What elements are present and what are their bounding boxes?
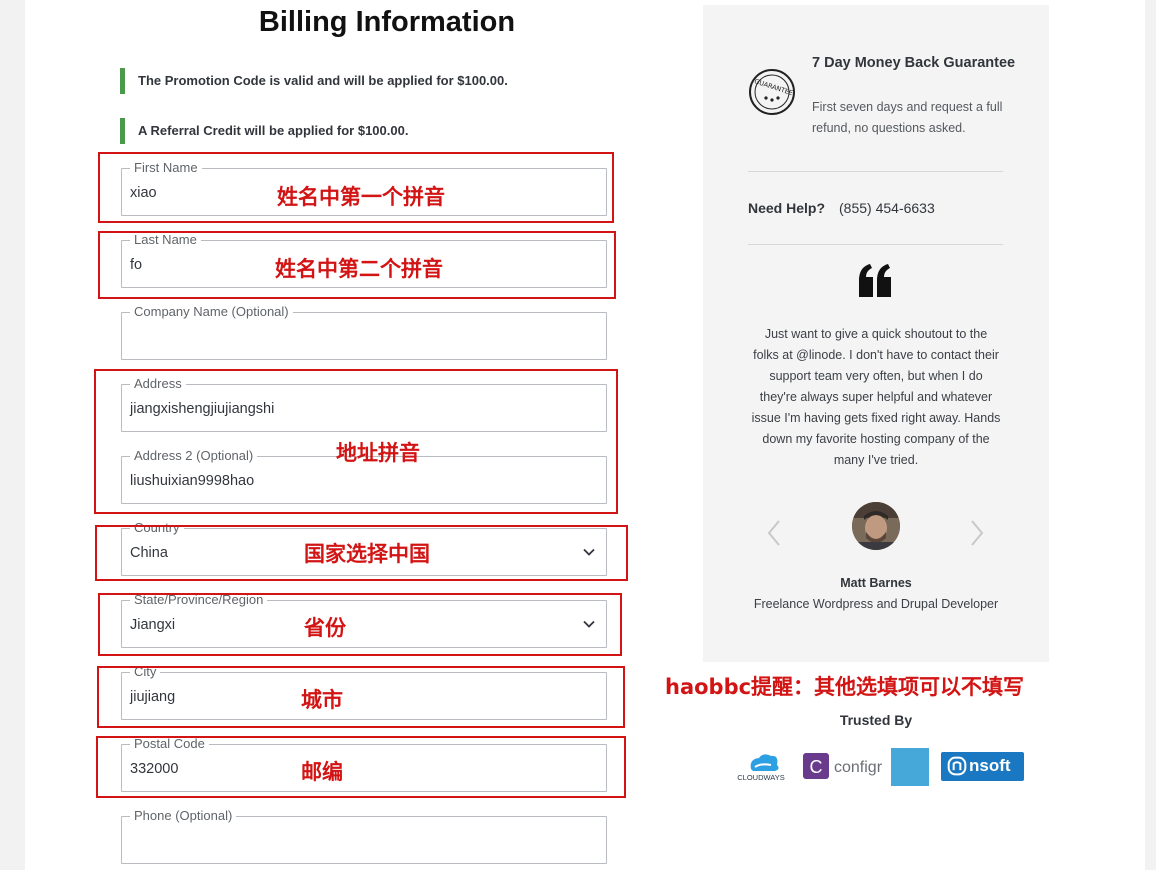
configr-logo: C configr <box>803 752 885 780</box>
referral-notice: A Referral Credit will be applied for $1… <box>120 118 620 144</box>
promo-notice: The Promotion Code is valid and will be … <box>120 68 620 94</box>
divider <box>748 244 1003 245</box>
testimonial-author-role: Freelance Wordpress and Drupal Developer <box>753 597 999 611</box>
nsoft-wordmark: nsoft <box>969 756 1011 775</box>
help-line: Need Help? (855) 454-6633 <box>748 200 935 216</box>
divider <box>748 171 1003 172</box>
annotation-state: 省份 <box>304 616 346 640</box>
testimonial-text: Just want to give a quick shoutout to th… <box>751 327 1001 467</box>
phone-label: Phone (Optional) <box>130 808 237 824</box>
trusted-by-heading: Trusted By <box>839 712 913 728</box>
partner-logo-square <box>891 748 929 786</box>
annotation-address: 地址拼音 <box>336 441 420 465</box>
annotation-last-name: 姓名中第二个拼音 <box>275 257 443 281</box>
testimonial-author-name: Matt Barnes <box>840 576 912 590</box>
configr-wordmark: configr <box>834 759 883 776</box>
avatar <box>852 502 900 550</box>
annotation-city: 城市 <box>301 688 343 712</box>
company-name-label: Company Name (Optional) <box>130 304 293 320</box>
annotation-postal: 邮编 <box>301 760 343 784</box>
guarantee-description: First seven days and request a full refu… <box>812 100 1003 135</box>
chevron-right-icon[interactable] <box>969 519 985 547</box>
annotation-box-postal <box>96 736 626 798</box>
annotation-box-city <box>97 666 625 728</box>
page: Billing Information The Promotion Code i… <box>25 0 1145 870</box>
annotation-reminder: haobbc提醒：其他选填项可以不填写 <box>665 675 1025 699</box>
quote-icon <box>859 264 891 297</box>
guarantee-title: 7 Day Money Back Guarantee <box>812 55 1016 71</box>
svg-text:C: C <box>810 757 823 777</box>
annotation-country: 国家选择中国 <box>304 542 430 566</box>
svg-text:GUARANTEE: GUARANTEE <box>753 77 794 97</box>
annotation-box-state <box>98 593 622 656</box>
chevron-left-icon[interactable] <box>766 519 782 547</box>
page-title: Billing Information <box>258 6 516 38</box>
guarantee-badge-icon: GUARANTEE <box>749 69 795 115</box>
sidebar-panel: GUARANTEE 7 Day Money Back Guarantee Fir… <box>703 5 1049 662</box>
phone-field[interactable]: Phone (Optional) <box>121 808 607 864</box>
cloudways-logo: CLOUDWAYS <box>737 754 785 782</box>
nsoft-logo: nsoft <box>941 752 1024 781</box>
cloudways-wordmark: CLOUDWAYS <box>737 773 785 782</box>
help-label: Need Help? <box>748 200 826 216</box>
company-name-field[interactable]: Company Name (Optional) <box>121 304 607 360</box>
annotation-first-name: 姓名中第一个拼音 <box>277 185 445 209</box>
help-phone[interactable]: (855) 454-6633 <box>839 200 935 216</box>
